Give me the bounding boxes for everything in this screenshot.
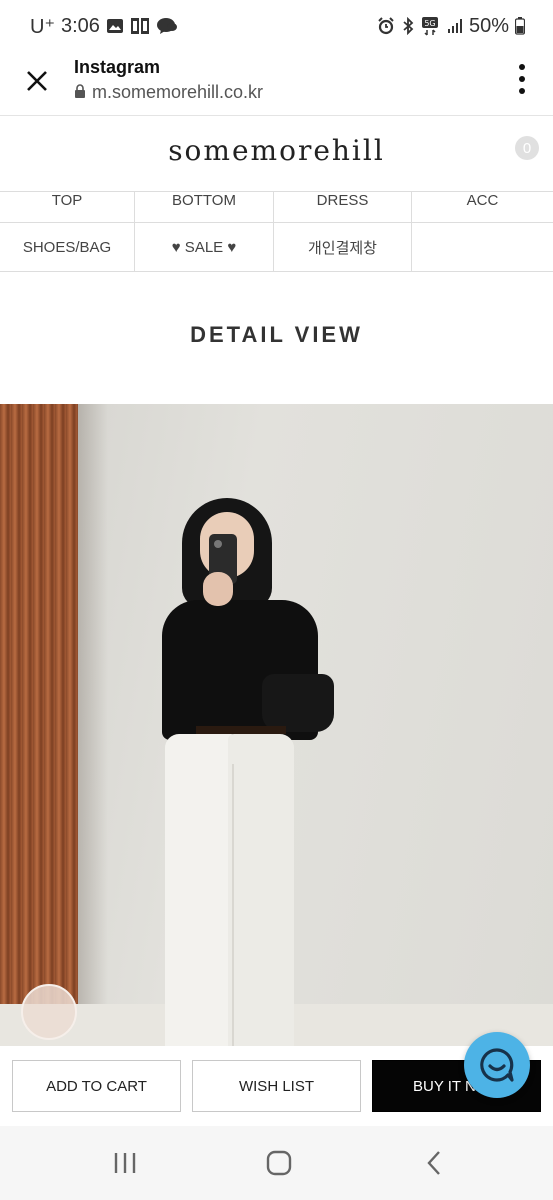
category-acc[interactable]: ACC bbox=[412, 192, 553, 223]
add-to-cart-button[interactable]: ADD TO CART bbox=[12, 1060, 181, 1112]
lock-icon bbox=[74, 82, 86, 103]
app-notification-icon bbox=[130, 17, 150, 35]
wish-list-button[interactable]: WISH LIST bbox=[192, 1060, 361, 1112]
category-sale[interactable]: ♥ SALE ♥ bbox=[135, 223, 274, 271]
in-app-browser-header: Instagram m.somemorehill.co.kr bbox=[0, 52, 553, 116]
belt bbox=[196, 726, 286, 734]
model-hand bbox=[203, 572, 233, 606]
home-button[interactable] bbox=[259, 1148, 299, 1178]
url-text: m.somemorehill.co.kr bbox=[92, 82, 264, 102]
carrier-label: U⁺ bbox=[30, 15, 55, 38]
white-pants bbox=[165, 734, 237, 1046]
chat-notification-icon bbox=[156, 17, 178, 35]
category-top[interactable]: TOP bbox=[0, 192, 135, 223]
page-title: DETAIL VIEW bbox=[190, 322, 363, 347]
cart-count-badge[interactable]: 0 bbox=[515, 136, 539, 160]
bluetooth-icon bbox=[401, 17, 415, 35]
recents-button[interactable] bbox=[105, 1148, 145, 1178]
category-bottom[interactable]: BOTTOM bbox=[135, 192, 274, 223]
chat-icon bbox=[480, 1048, 514, 1082]
alarm-icon bbox=[377, 17, 395, 35]
category-shoes-bag[interactable]: SHOES/BAG bbox=[0, 223, 135, 271]
clock: 3:06 bbox=[61, 14, 100, 37]
recents-icon bbox=[114, 1153, 136, 1173]
black-bag bbox=[262, 674, 334, 732]
home-icon bbox=[266, 1150, 292, 1176]
svg-text:5G: 5G bbox=[424, 19, 435, 28]
status-right: 5G 50% bbox=[377, 15, 525, 38]
category-nav: TOP BOTTOM DRESS ACC SHOES/BAG ♥ SALE ♥ … bbox=[0, 192, 553, 272]
more-vert-icon bbox=[519, 64, 525, 70]
status-bar: U⁺ 3:06 5G 50% bbox=[0, 0, 553, 52]
browser-app-title: Instagram bbox=[74, 57, 161, 77]
gallery-icon bbox=[106, 17, 124, 35]
back-button[interactable] bbox=[414, 1148, 454, 1178]
category-personal-payment[interactable]: 개인결제창 bbox=[274, 223, 412, 271]
wood-slat-wall bbox=[0, 404, 78, 1046]
network-5g-icon: 5G bbox=[421, 16, 441, 36]
battery-icon bbox=[515, 17, 525, 35]
chat-button[interactable] bbox=[464, 1032, 530, 1098]
scroll-top-button[interactable] bbox=[21, 984, 77, 1040]
more-options-button[interactable] bbox=[517, 64, 527, 94]
category-dress[interactable]: DRESS bbox=[274, 192, 412, 223]
signal-icon bbox=[447, 18, 463, 34]
status-left: U⁺ 3:06 bbox=[30, 14, 178, 39]
battery-percent: 50% bbox=[468, 14, 509, 37]
site-logo[interactable]: somemorehill bbox=[0, 134, 553, 167]
system-nav-bar bbox=[0, 1126, 553, 1200]
url-display[interactable]: m.somemorehill.co.kr bbox=[74, 82, 263, 103]
close-icon bbox=[27, 71, 47, 91]
product-image[interactable] bbox=[0, 404, 553, 1046]
category-empty bbox=[412, 223, 553, 271]
site-header: somemorehill 0 bbox=[0, 116, 553, 192]
close-button[interactable] bbox=[22, 66, 52, 96]
back-icon bbox=[427, 1151, 440, 1175]
